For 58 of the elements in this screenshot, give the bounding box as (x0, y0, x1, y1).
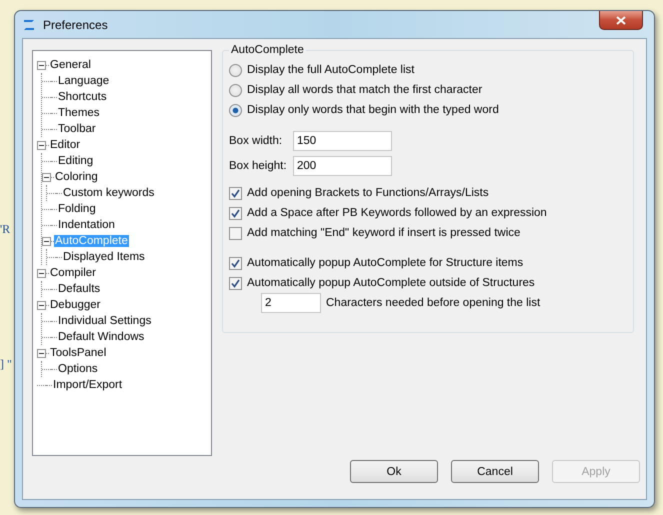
app-logo-icon (23, 18, 35, 30)
tree-item[interactable]: Debugger (49, 299, 102, 311)
checkbox-label: Add opening Brackets to Functions/Arrays/Lists (247, 187, 489, 199)
tree-item[interactable]: Language (57, 75, 110, 87)
tree-item[interactable]: Compiler (49, 267, 98, 279)
tree-item[interactable]: Options (57, 363, 99, 375)
tree-item[interactable]: Indentation (57, 219, 116, 231)
group-title: AutoComplete (230, 44, 305, 56)
tree-item[interactable]: Folding (57, 203, 97, 215)
checkbox[interactable] (229, 226, 242, 240)
radio-label: Display only words that begin with the typed word (247, 104, 499, 116)
collapse-icon[interactable] (37, 268, 46, 278)
field-label: Box height: (229, 160, 288, 172)
collapse-icon[interactable] (37, 348, 46, 358)
dialog-button[interactable]: Ok (350, 460, 438, 483)
dialog-button[interactable]: Cancel (451, 460, 539, 483)
checkbox[interactable] (229, 276, 242, 290)
radio-label: Display the full AutoComplete list (247, 64, 414, 76)
number-field[interactable]: 200 (293, 156, 392, 176)
background-text: 'R (0, 222, 12, 237)
number-field[interactable]: 2 (261, 293, 321, 313)
checkbox[interactable] (229, 206, 242, 220)
number-field[interactable]: 150 (293, 130, 392, 150)
collapse-icon[interactable] (42, 172, 51, 182)
tree-item[interactable]: Toolbar (57, 123, 97, 135)
checkbox[interactable] (229, 186, 242, 200)
collapse-icon[interactable] (37, 60, 46, 70)
tree-item[interactable]: Themes (57, 107, 101, 119)
close-icon (616, 16, 626, 24)
checkbox[interactable] (229, 256, 242, 270)
tree-item[interactable]: Custom keywords (62, 187, 156, 199)
tree-item[interactable]: Shortcuts (57, 91, 108, 103)
close-button[interactable] (599, 11, 643, 30)
checkbox-label: Automatically popup AutoComplete outside of Structures (247, 277, 535, 289)
collapse-icon[interactable] (37, 300, 46, 310)
radio-button[interactable] (229, 104, 242, 116)
tree-item[interactable]: Coloring (54, 171, 99, 183)
collapse-icon[interactable] (37, 140, 46, 150)
radio-label: Display all words that match the first character (247, 84, 482, 96)
radio-button[interactable] (229, 64, 242, 76)
tree-item[interactable]: Defaults (57, 283, 102, 295)
tree-item[interactable]: Default Windows (57, 331, 146, 343)
background-text: ] " (0, 357, 12, 372)
checkbox-label: Add a Space after PB Keywords followed by an expression (247, 207, 547, 219)
tree-item[interactable]: Editing (57, 155, 94, 167)
checkbox-label: Automatically popup AutoComplete for Structure items (247, 257, 524, 269)
field-label: Characters needed before opening the list (326, 297, 540, 309)
radio-button[interactable] (229, 84, 242, 96)
tree-item[interactable]: Editor (49, 139, 82, 151)
tree-item[interactable]: Import/Export (52, 379, 124, 391)
checkbox-label: Add matching "End" keyword if insert is pressed twice (247, 227, 520, 239)
tree-item[interactable]: Individual Settings (57, 315, 152, 327)
collapse-icon[interactable] (42, 236, 51, 246)
tree-item[interactable]: ToolsPanel (49, 347, 108, 359)
tree-item[interactable]: General (49, 59, 92, 71)
window-title: Preferences (43, 18, 108, 32)
tree-item[interactable]: Displayed Items (62, 251, 146, 263)
field-label: Box width: (229, 134, 284, 146)
